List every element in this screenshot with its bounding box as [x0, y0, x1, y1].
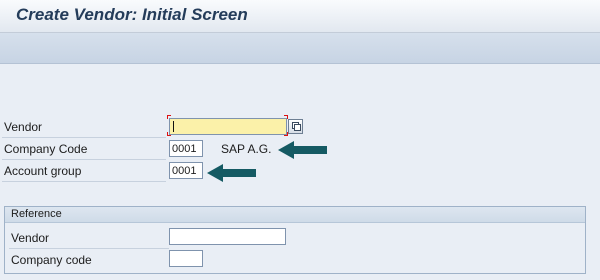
company-code-label-row: Company Code: [2, 139, 166, 160]
vendor-label-row: Vendor: [2, 117, 166, 138]
application-toolbar: [0, 33, 600, 64]
reference-company-code-label: Company code: [11, 253, 92, 267]
text-cursor: [173, 121, 174, 132]
required-marker-bl: [167, 132, 171, 136]
account-group-label: Account group: [4, 164, 82, 178]
vendor-label: Vendor: [4, 120, 43, 134]
reference-group: Reference Vendor Company code: [4, 206, 586, 274]
company-code-input[interactable]: [169, 140, 203, 157]
arrow-left-icon: [207, 164, 256, 182]
reference-vendor-label-row: Vendor: [9, 228, 169, 249]
required-marker-tl: [167, 115, 171, 119]
title-bar: Create Vendor: Initial Screen: [0, 0, 600, 33]
account-group-label-row: Account group: [2, 161, 166, 182]
reference-vendor-label: Vendor: [11, 231, 50, 245]
reference-vendor-input[interactable]: [169, 228, 286, 245]
company-name-text: SAP A.G.: [221, 142, 272, 156]
account-group-input[interactable]: [169, 162, 203, 179]
window-title: Create Vendor: Initial Screen: [16, 5, 248, 24]
arrow-left-icon: [278, 141, 327, 159]
reference-company-code-input[interactable]: [169, 250, 203, 267]
company-code-label: Company Code: [4, 142, 88, 156]
f4-search-help-icon[interactable]: [288, 119, 303, 134]
vendor-input[interactable]: [169, 118, 287, 135]
reference-group-title: Reference: [11, 208, 62, 220]
reference-group-header: Reference: [5, 207, 585, 223]
reference-company-code-label-row: Company code: [9, 250, 169, 270]
